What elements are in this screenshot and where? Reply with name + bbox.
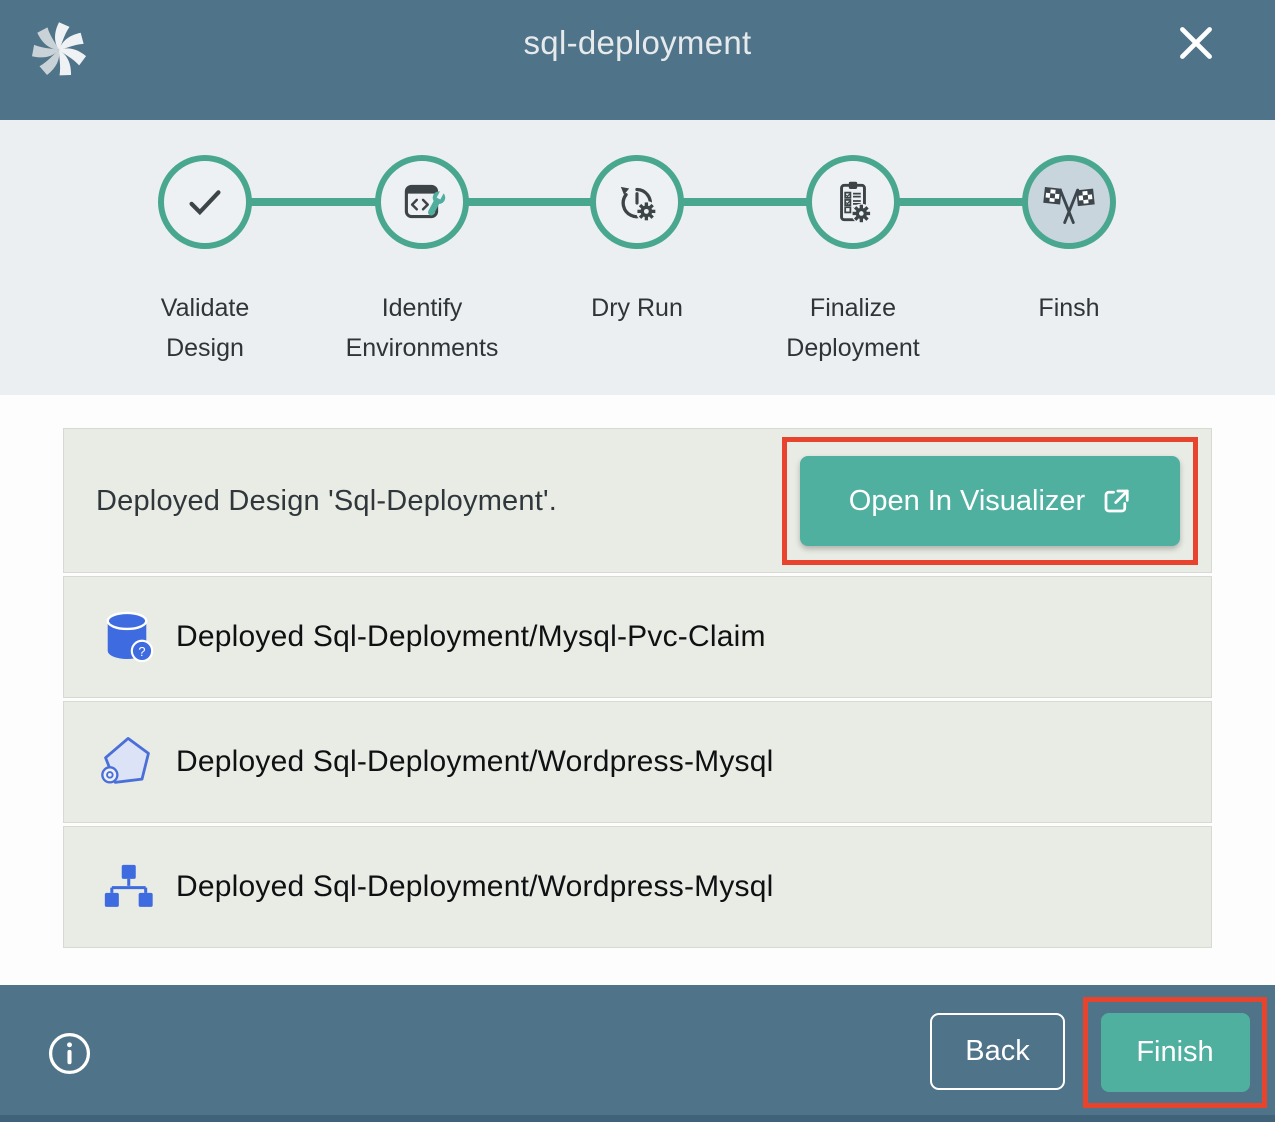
clipboard-gear-icon — [828, 177, 878, 227]
pod-icon — [99, 732, 155, 792]
summary-card: Deployed Design 'Sql-Deployment'. Open I… — [63, 428, 1212, 573]
back-button[interactable]: Back — [930, 1013, 1065, 1090]
step-label-finish: Finsh — [954, 288, 1184, 328]
deployed-item-row: ? Deployed Sql-Deployment/Mysql-Pvc-Clai… — [63, 576, 1212, 698]
checkered-flags-icon — [1043, 176, 1095, 228]
external-link-icon — [1101, 486, 1131, 516]
results-panel: Deployed Design 'Sql-Deployment'. Open I… — [0, 395, 1275, 985]
modal-header: sql-deployment — [0, 0, 1275, 120]
open-in-visualizer-label: Open In Visualizer — [849, 485, 1085, 518]
deployed-item-text: Deployed Sql-Deployment/Wordpress-Mysql — [176, 702, 773, 822]
summary-message: Deployed Design 'Sql-Deployment'. — [96, 429, 557, 574]
hierarchy-icon — [99, 857, 155, 917]
step-validate-design[interactable] — [158, 155, 252, 249]
open-in-visualizer-button[interactable]: Open In Visualizer — [800, 456, 1180, 546]
history-gear-icon — [612, 177, 662, 227]
highlight-box-visualizer: Open In Visualizer — [782, 437, 1198, 565]
code-wrench-icon — [397, 177, 447, 227]
modal-footer: Back Finish — [0, 985, 1275, 1122]
deployment-modal: sql-deployment ValidateDesign — [0, 0, 1275, 1122]
step-identify-environments[interactable] — [375, 155, 469, 249]
highlight-box-finish: Finish — [1083, 997, 1267, 1108]
deployed-item-text: Deployed Sql-Deployment/Mysql-Pvc-Claim — [176, 577, 766, 697]
modal-title: sql-deployment — [0, 0, 1275, 120]
database-icon: ? — [99, 607, 155, 667]
deployed-item-text: Deployed Sql-Deployment/Wordpress-Mysql — [176, 827, 773, 947]
svg-text:?: ? — [138, 644, 145, 659]
finish-button[interactable]: Finish — [1101, 1013, 1250, 1092]
step-label-identify-environments: IdentifyEnvironments — [307, 288, 537, 368]
wizard-stepper: ValidateDesign IdentifyEnvironments — [0, 120, 1275, 395]
step-label-finalize-deployment: FinalizeDeployment — [738, 288, 968, 368]
close-icon[interactable] — [1175, 22, 1217, 64]
check-icon — [182, 179, 228, 225]
step-dry-run[interactable] — [590, 155, 684, 249]
deployed-item-row: Deployed Sql-Deployment/Wordpress-Mysql — [63, 826, 1212, 948]
deployed-item-row: Deployed Sql-Deployment/Wordpress-Mysql — [63, 701, 1212, 823]
step-label-validate-design: ValidateDesign — [90, 288, 320, 368]
step-label-dry-run: Dry Run — [522, 288, 752, 328]
step-finalize-deployment[interactable] — [806, 155, 900, 249]
step-finish[interactable] — [1022, 155, 1116, 249]
info-icon[interactable] — [47, 1031, 92, 1076]
